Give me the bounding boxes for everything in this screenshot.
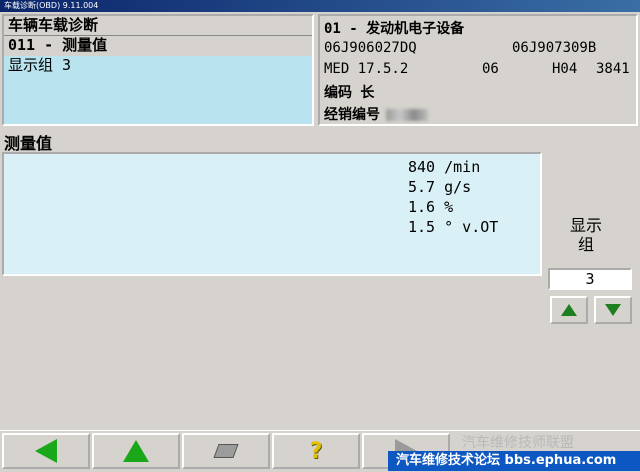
window-titlebar: 车载诊断(OBD) 9.11.004 (0, 0, 640, 12)
display-group-item[interactable]: 显示组 3 (4, 56, 312, 75)
measurement-value: 1.6 % (408, 198, 454, 216)
dealer-number-row: 经销编号 (324, 104, 428, 124)
ecu-module-title: 01 - 发动机电子设备 (324, 21, 465, 37)
help-icon: ? (309, 438, 323, 464)
display-group-input[interactable]: 3 (548, 268, 632, 290)
back-arrow-icon (35, 439, 57, 463)
help-button[interactable]: ? (272, 433, 360, 469)
part-number-a: 06J906027DQ (324, 40, 417, 56)
display-group-label-line2: 组 (577, 235, 594, 254)
dealer-number-redacted (386, 109, 428, 121)
up-triangle-icon (561, 304, 577, 316)
ecu-info-panel: 01 - 发动机电子设备 06J906027DQ 06J907309B MED … (318, 14, 638, 126)
function-subtitle: 011 - 测量值 (8, 36, 108, 54)
display-group-label: 显示 组 (564, 216, 608, 254)
measurement-value: 1.5 ° v.OT (408, 218, 499, 236)
function-title: 车辆车载诊断 (8, 16, 99, 34)
ecu-code-1: 06 (482, 61, 499, 77)
measurement-value: 840 /min (408, 158, 481, 176)
ecu-name: MED 17.5.2 (324, 61, 409, 77)
measurement-values-box: 840 /min 5.7 g/s 1.6 % 1.5 ° v.OT (2, 152, 542, 276)
back-button[interactable] (2, 433, 90, 469)
watermark-banner: 汽车维修技术论坛 bbs.ephua.com (388, 451, 640, 471)
window-title: 车载诊断(OBD) 9.11.004 (4, 1, 99, 10)
function-panel: 车辆车载诊断 011 - 测量值 显示组 3 (2, 14, 314, 126)
watermark-text: 汽车维修技师联盟 (462, 435, 574, 451)
group-down-button[interactable] (594, 296, 632, 324)
measurement-value: 5.7 g/s (408, 178, 472, 196)
display-group-label-line1: 显示 (569, 216, 602, 235)
down-triangle-icon (605, 304, 621, 316)
printer-icon (213, 444, 239, 458)
coding-label: 编码 长 (324, 85, 375, 101)
print-button[interactable] (182, 433, 270, 469)
measurements-title: 测量值 (4, 134, 53, 153)
up-level-button[interactable] (92, 433, 180, 469)
group-up-button[interactable] (550, 296, 588, 324)
up-arrow-icon (123, 440, 149, 462)
dealer-label: 经销编号 (324, 107, 380, 123)
part-number-b: 06J907309B (512, 40, 597, 56)
ecu-code-2: H04 (552, 61, 578, 77)
display-group-selection[interactable]: 显示组 3 (4, 56, 312, 124)
ecu-code-3: 3841 (596, 61, 630, 77)
